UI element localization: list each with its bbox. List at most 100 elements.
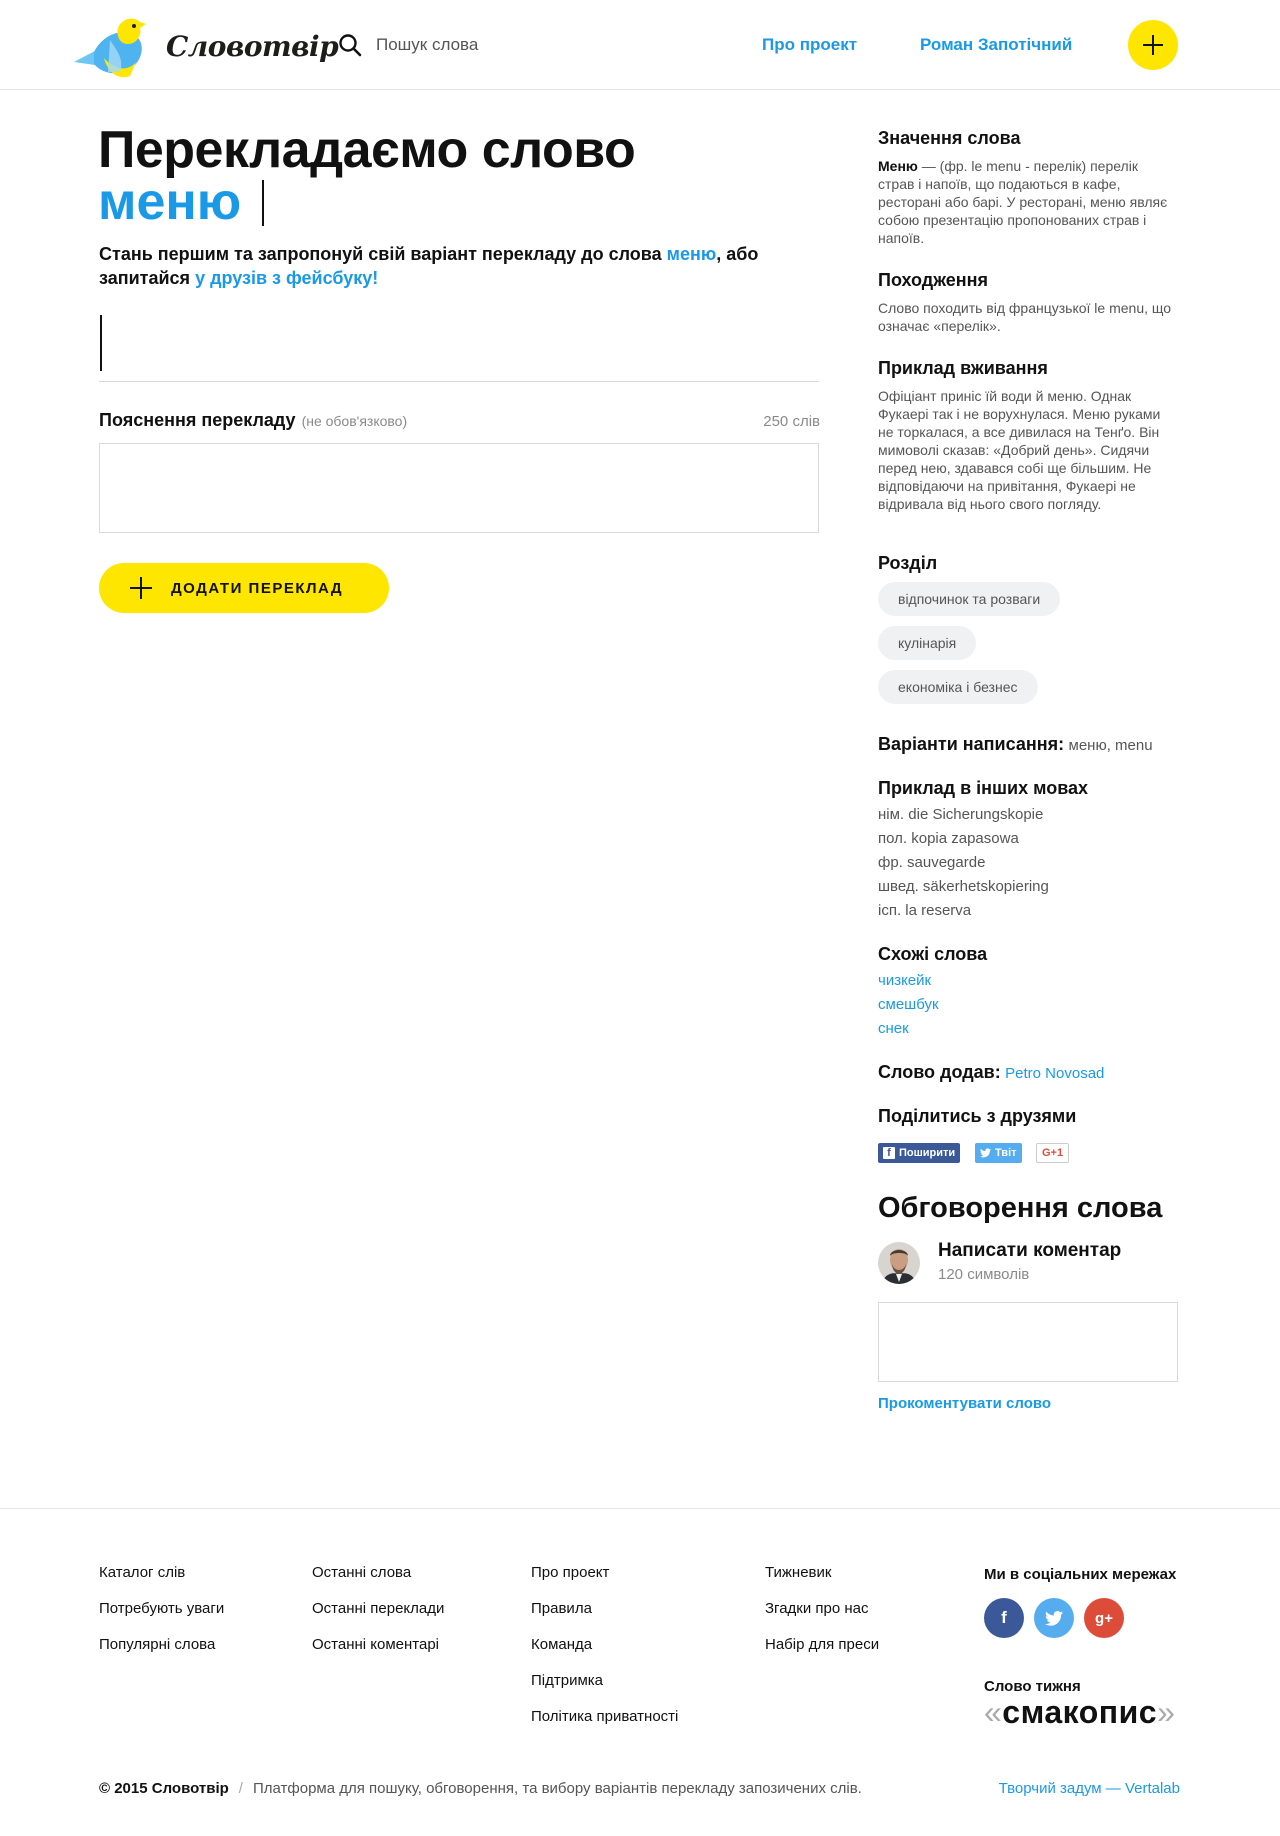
comment-char-limit: 120 символів — [938, 1266, 1030, 1283]
usage-title: Приклад вживання — [878, 358, 1048, 378]
meaning-text: Меню — (фр. le menu - перелік) перелік с… — [878, 157, 1178, 247]
translated-word: меню — [98, 173, 242, 231]
explanation-textarea[interactable] — [99, 443, 819, 533]
twitter-share-button[interactable]: Твіт — [975, 1143, 1022, 1163]
share-buttons: f Поширити Твіт G+1 — [878, 1143, 1178, 1165]
site-header: Словотвір Про проект Роман Запотічний — [0, 0, 1280, 90]
similar-words-title: Схожі слова — [878, 944, 988, 964]
nav-about-link[interactable]: Про проект — [762, 35, 857, 55]
google-plus-share-button[interactable]: G+1 — [1036, 1143, 1070, 1163]
share-title: Поділитись з друзями — [878, 1106, 1077, 1126]
similar-word-link[interactable]: снек — [878, 1017, 1178, 1041]
footer-link[interactable]: Каталог слів — [99, 1555, 224, 1591]
quote-open: « — [984, 1694, 1003, 1730]
footer-link[interactable]: Останні переклади — [312, 1591, 444, 1627]
search-input[interactable] — [376, 28, 676, 62]
lang-example: пол. kopia zapasowa — [878, 830, 1019, 847]
explanation-label: Пояснення перекладу (не обов'язково) — [99, 410, 407, 431]
other-languages-section: Приклад в інших мовах нім. die Sicherung… — [878, 778, 1178, 923]
submit-comment-link[interactable]: Прокоментувати слово — [878, 1395, 1051, 1412]
lang-example: фр. sauvegarde — [878, 854, 986, 871]
write-comment-title: Написати коментар — [938, 1240, 1122, 1261]
site-logo[interactable]: Словотвір — [74, 14, 339, 80]
tag-economics[interactable]: економіка і безнес — [878, 670, 1038, 704]
footer-link[interactable]: Потребують уваги — [99, 1591, 224, 1627]
google-plus-social-button[interactable]: g+ — [1084, 1598, 1124, 1638]
footer-column-catalog: Каталог слів Потребують уваги Популярні … — [99, 1555, 224, 1663]
word-of-week-title: Слово тижня — [984, 1678, 1081, 1695]
lang-example: швед. säkerhetskopiering — [878, 878, 1049, 895]
spelling-values: меню, menu — [1068, 737, 1153, 754]
section-block: Розділ відпочинок та розваги кулінарія е… — [878, 553, 1178, 704]
meaning-term: Меню — [878, 158, 918, 174]
footer-link[interactable]: Тижневик — [765, 1555, 879, 1591]
added-by-user-link[interactable]: Petro Novosad — [1005, 1065, 1104, 1082]
footer-link[interactable]: Згадки про нас — [765, 1591, 879, 1627]
twitter-share-label: Твіт — [995, 1147, 1017, 1159]
facebook-share-label: Поширити — [899, 1147, 956, 1159]
logo-wordmark: Словотвір — [166, 30, 339, 63]
credit-link[interactable]: Творчий задум — Vertalab — [960, 1780, 1180, 1797]
quote-close: » — [1157, 1694, 1176, 1730]
search-icon[interactable] — [338, 33, 362, 57]
lang-example: ісп. la reserva — [878, 902, 972, 919]
footer-divider — [0, 1508, 1280, 1509]
site-description: Платформа для пошуку, обговорення, та ви… — [252, 1780, 862, 1797]
meaning-section: Значення слова Меню — (фр. le menu - пер… — [878, 128, 1178, 247]
origin-section: Походження Слово походить від французько… — [878, 270, 1178, 335]
intro-text: Стань першим та запропонуй свій варіант … — [99, 242, 819, 290]
twitter-social-button[interactable] — [1034, 1598, 1074, 1638]
nav-user-link[interactable]: Роман Запотічний — [920, 35, 1072, 55]
comment-textarea[interactable] — [878, 1302, 1178, 1382]
user-avatar — [878, 1242, 920, 1284]
translation-input[interactable] — [99, 314, 819, 382]
copyright-separator: / — [238, 1780, 243, 1797]
facebook-friends-link[interactable]: у друзів з фейсбуку! — [195, 268, 378, 288]
add-translation-button[interactable]: ДОДАТИ ПЕРЕКЛАД — [99, 563, 389, 613]
google-plus-icon: G+1 — [1042, 1147, 1064, 1159]
footer-link[interactable]: Команда — [531, 1627, 678, 1663]
similar-word-link[interactable]: смешбук — [878, 993, 1178, 1017]
intro-word-link[interactable]: меню — [667, 244, 717, 264]
similar-words-section: Схожі слова чизкейк смешбук снек — [878, 944, 1178, 1041]
footer-link[interactable]: Останні слова — [312, 1555, 444, 1591]
add-word-button[interactable] — [1128, 20, 1178, 70]
footer-link[interactable]: Про проект — [531, 1555, 678, 1591]
facebook-social-button[interactable]: f — [984, 1598, 1024, 1638]
similar-word-link[interactable]: чизкейк — [878, 969, 1178, 993]
page-title: Перекладаємо слово — [98, 121, 636, 179]
footer-link[interactable]: Правила — [531, 1591, 678, 1627]
twitter-icon — [1045, 1610, 1063, 1626]
footer-link[interactable]: Підтримка — [531, 1663, 678, 1699]
intro-text-start: Стань першим та запропонуй свій варіант … — [99, 244, 667, 264]
footer-column-press: Тижневик Згадки про нас Набір для преси — [765, 1555, 879, 1663]
word-of-week-text: смакопис — [1002, 1694, 1158, 1730]
discussion-title: Обговорення слова — [878, 1192, 1163, 1224]
spelling-section: Варіанти написання: меню, menu — [878, 734, 1178, 755]
explanation-optional-note: (не обов'язково) — [301, 413, 408, 429]
footer-link[interactable]: Набір для преси — [765, 1627, 879, 1663]
other-languages-title: Приклад в інших мовах — [878, 778, 1089, 798]
facebook-share-button[interactable]: f Поширити — [878, 1143, 961, 1163]
footer-column-recent: Останні слова Останні переклади Останні … — [312, 1555, 444, 1663]
footer-column-project: Про проект Правила Команда Підтримка Пол… — [531, 1555, 678, 1735]
facebook-icon: f — [1001, 1608, 1007, 1627]
footer-link[interactable]: Популярні слова — [99, 1627, 224, 1663]
footer-link[interactable]: Політика приватності — [531, 1699, 678, 1735]
tag-cooking[interactable]: кулінарія — [878, 626, 977, 660]
avatar-image — [878, 1242, 920, 1284]
footer-link[interactable]: Останні коментарі — [312, 1627, 444, 1663]
plus-icon — [1143, 35, 1163, 55]
word-of-week[interactable]: «смакопис» — [984, 1694, 1175, 1731]
tag-leisure[interactable]: відпочинок та розваги — [878, 582, 1061, 616]
copyright-line: © 2015 Словотвір / Платформа для пошуку, о… — [99, 1780, 862, 1797]
tag-list: відпочинок та розваги кулінарія економік… — [878, 582, 1178, 704]
section-title: Розділ — [878, 553, 938, 573]
plus-icon — [130, 577, 152, 599]
spelling-title: Варіанти написання: — [878, 734, 1065, 754]
lang-example: нім. die Sicherungskopie — [878, 806, 1044, 823]
add-translation-label: ДОДАТИ ПЕРЕКЛАД — [171, 579, 344, 597]
meaning-definition: — (фр. le menu - перелік) перелік страв … — [878, 158, 1168, 246]
origin-text: Слово походить від французької le menu, … — [878, 300, 1172, 334]
explanation-word-limit: 250 слів — [763, 413, 820, 430]
